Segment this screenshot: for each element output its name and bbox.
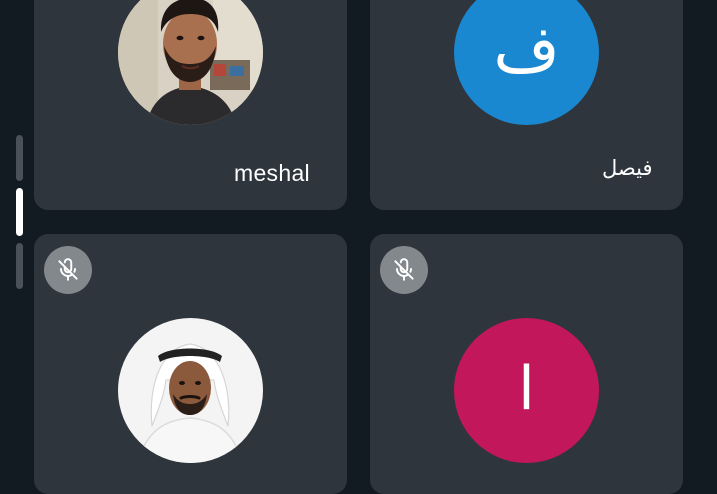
avatar-photo-image — [118, 318, 263, 463]
participant-tile-meshal[interactable]: meshal — [34, 0, 347, 210]
mic-off-icon-svg — [58, 258, 78, 281]
participant-name: فيصل — [602, 156, 653, 180]
avatar-initial-letter: ف — [493, 12, 560, 87]
participant-avatar-photo — [118, 318, 263, 463]
participant-tile-muted-photo[interactable] — [34, 234, 347, 494]
participant-avatar-initial: ا — [454, 318, 599, 463]
avatar-initial-letter: ا — [518, 353, 535, 424]
participant-tile-muted-initial[interactable]: ا — [370, 234, 683, 494]
avatar-photo-image — [118, 0, 263, 125]
mic-off-icon-svg — [394, 258, 414, 281]
page-indicator-dot-2-active[interactable] — [16, 188, 23, 236]
mic-off-icon — [380, 246, 428, 294]
participant-name: meshal — [234, 160, 310, 186]
page-indicator-dot-1[interactable] — [16, 135, 23, 181]
participant-tile-faisal[interactable]: ف فيصل — [370, 0, 683, 210]
participant-avatar-photo — [118, 0, 263, 125]
mic-off-icon — [44, 246, 92, 294]
participant-avatar-initial: ف — [454, 0, 599, 125]
page-indicator-dot-3[interactable] — [16, 243, 23, 289]
